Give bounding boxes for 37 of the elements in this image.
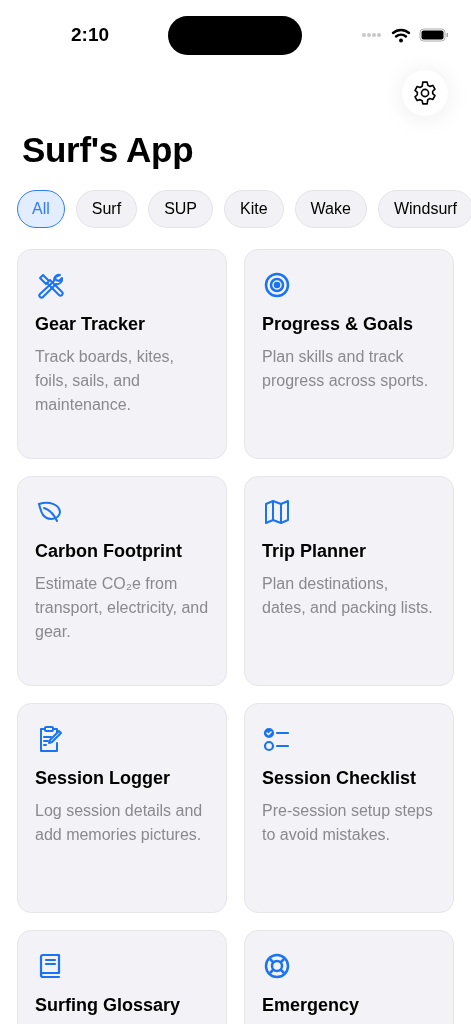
card-description: Pre-session setup steps to avoid mistakes. [262,801,434,845]
card-title: Trip Planner [262,541,368,562]
signal-icon [361,32,383,38]
feature-card[interactable]: Surfing Glossary [17,930,227,1024]
map-icon [262,497,292,527]
card-title: Session Checklist [262,768,418,789]
filter-chip[interactable]: Kite [224,190,284,228]
feature-card[interactable]: Progress & Goals Plan skills and track progress across sports. [244,249,454,459]
settings-icon [412,80,438,106]
card-description: Plan skills and track progress across sports. [262,347,430,391]
card-title: Gear Tracker [35,314,147,335]
card-description: Estimate CO₂e from transport, electricity, and gear. [35,574,209,642]
filter-chip[interactable]: Windsurf [377,190,471,228]
feature-card[interactable]: Gear Tracker Track boards, kites, foils, sails, and maintenance. [17,249,227,459]
wifi-icon [391,27,411,43]
card-title: Surfing Glossary [35,995,182,1016]
feature-card[interactable]: Session Checklist Pre-session setup steps to avoid mistakes. [244,703,454,913]
card-title: Carbon Footprint [35,541,183,562]
card-title: Emergency [262,995,361,1016]
feature-card[interactable]: Emergency [244,930,454,1024]
battery-icon [419,28,449,42]
card-description: Log session details and add memories pictures. [35,801,204,845]
settings-button[interactable] [402,70,448,116]
filter-chip[interactable]: SUP [148,190,214,228]
filter-chip[interactable]: Surf [75,190,138,228]
feature-card[interactable]: Trip Planner Plan destinations, dates, and packing lists. [244,476,454,686]
feature-card[interactable]: Session Logger Log session details and add memories pictures. [17,703,227,913]
card-title: Session Logger [35,768,172,789]
card-description: Track boards, kites, foils, sails, and maintenance. [35,347,175,415]
target-icon [262,270,292,300]
lifebuoy-icon [262,951,292,981]
filter-chip[interactable]: Wake [294,190,367,228]
card-title: Progress & Goals [262,314,415,335]
status-time: 2:10 [70,24,110,46]
card-description: Plan destinations, dates, and packing lists. [262,574,434,618]
feature-card[interactable]: Carbon Footprint Estimate CO₂e from transport, electricity, and gear. [17,476,227,686]
app-title: Surf's App [22,130,195,170]
